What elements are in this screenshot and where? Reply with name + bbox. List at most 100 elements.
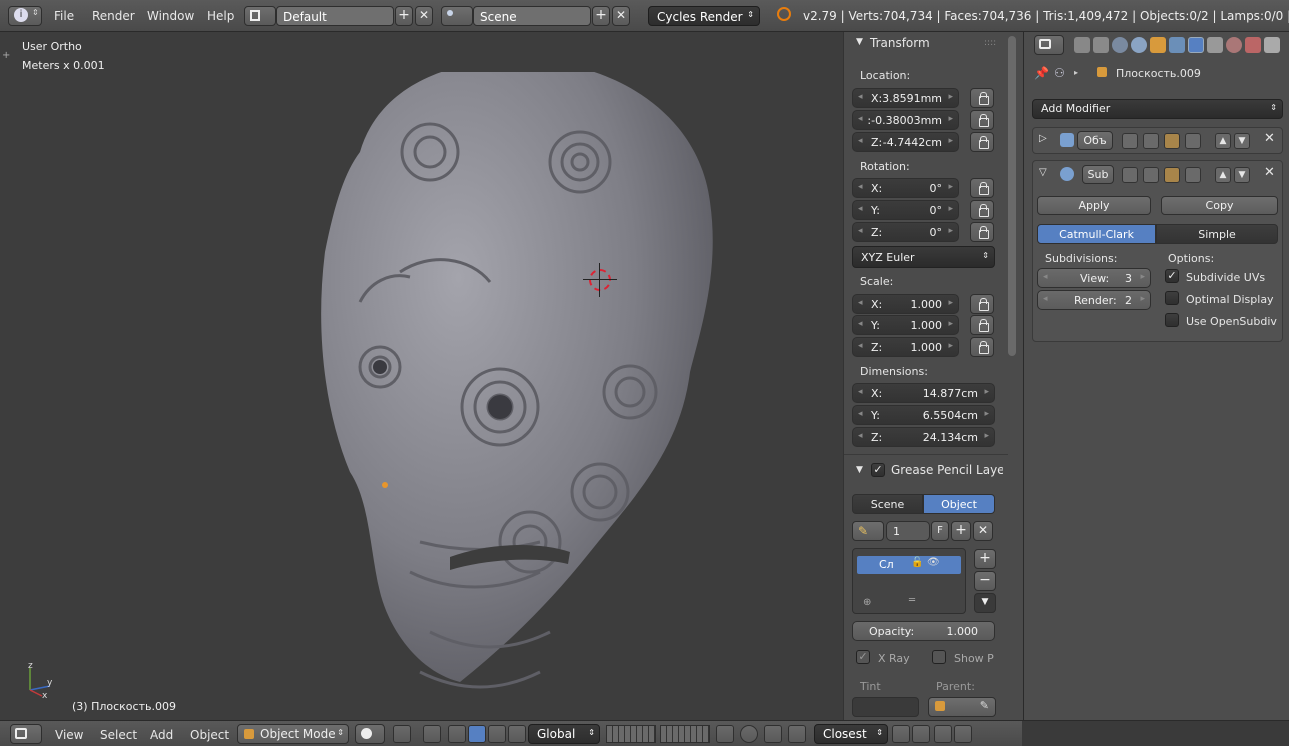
gp-opacity-slider[interactable]: Opacity: 1.000 [852,621,995,641]
render-tab-icon[interactable] [1074,37,1090,53]
location-z-field[interactable]: ◂ Z: -4.7442cm ▸ [852,132,959,152]
gp-xray-checkbox[interactable]: ✓ [856,650,870,664]
material-tab-icon[interactable] [1226,37,1242,53]
render-subdivisions-field[interactable]: ◂ Render: 2 ▸ [1037,290,1151,310]
collapse-triangle-icon[interactable]: ▼ [856,465,863,475]
grease-pencil-enable-checkbox[interactable]: ✓ [871,463,885,477]
world-tab-icon[interactable] [1131,37,1147,53]
gp-new-button[interactable]: + [951,521,971,541]
layer-buttons-2[interactable] [660,725,710,743]
editmode-toggle-icon[interactable] [1164,133,1180,149]
move-up-icon[interactable]: ▲ [1215,167,1231,183]
modifier-1-name-field[interactable]: Объ [1077,131,1113,150]
lock-rotation-y-icon[interactable] [970,200,994,220]
dimension-y-field[interactable]: ◂ Y: 6.5504cm ▸ [852,405,995,425]
lock-location-y-icon[interactable] [970,110,994,130]
manipulator-toggle-icon[interactable] [423,725,441,743]
move-down-icon[interactable]: ▼ [1234,167,1250,183]
optimal-display-checkbox[interactable] [1165,291,1179,305]
eyedropper-icon[interactable]: ✎ [980,699,989,712]
rotation-y-field[interactable]: ◂ Y: 0° ▸ [852,200,959,220]
subdivide-uvs-checkbox[interactable]: ✓ [1165,269,1179,283]
copy-button[interactable]: Copy [1161,196,1278,215]
editor-type-button[interactable]: i ⇕ [8,6,42,26]
menu-help[interactable]: Help [207,9,234,23]
transform-header[interactable]: Transform [870,36,930,50]
toolshelf-toggle-icon[interactable]: + [2,50,10,61]
delete-layout-button[interactable]: ✕ [415,6,433,26]
menu-select[interactable]: Select [100,728,137,742]
lock-rotation-z-icon[interactable] [970,222,994,242]
grease-pencil-header[interactable]: Grease Pencil Layer [891,463,1003,477]
particles-tab-icon[interactable] [1264,37,1280,53]
gp-layer-item[interactable]: Сл 🔓 👁 [857,556,961,574]
apply-button[interactable]: Apply [1037,196,1151,215]
simple-toggle[interactable]: Simple [1156,224,1278,244]
lock-scale-y-icon[interactable] [970,315,994,335]
gp-unlink-button[interactable]: ✕ [973,521,993,541]
dimension-z-field[interactable]: ◂ Z: 24.134cm ▸ [852,427,995,447]
eye-icon[interactable] [1143,167,1159,183]
render-layers-tab-icon[interactable] [1093,37,1109,53]
lock-scale-x-icon[interactable] [970,294,994,314]
scale-z-field[interactable]: ◂ Z: 1.000 ▸ [852,337,959,357]
add-scene-button[interactable]: + [592,6,610,26]
move-down-icon[interactable]: ▼ [1234,133,1250,149]
add-layout-button[interactable]: + [395,6,413,26]
render-toggle-icon[interactable] [1122,133,1138,149]
close-icon[interactable]: ✕ [1264,165,1275,180]
scene-tab-icon[interactable] [1112,37,1128,53]
lock-location-x-icon[interactable] [970,88,994,108]
location-y-field[interactable]: ◂:-0.38003mm ▸ [852,110,959,130]
eye-icon[interactable] [1143,133,1159,149]
sculpted-head-model[interactable] [300,72,730,702]
rotation-x-field[interactable]: ◂ X: 0° ▸ [852,178,959,198]
npanel-scrollbar[interactable] [1008,36,1016,356]
gp-layer-remove-button[interactable]: − [974,571,996,591]
menu-window[interactable]: Window [147,9,194,23]
gp-tint-color[interactable] [852,697,919,717]
gp-parent-field[interactable]: ✎ [928,697,996,717]
render-toggle-icon[interactable] [1122,167,1138,183]
texture-tab-icon[interactable] [1245,37,1261,53]
collapse-triangle-icon[interactable]: ▼ [856,37,863,47]
gp-layer-add-button[interactable]: + [974,549,996,569]
scene-selector-button[interactable] [441,6,473,26]
transform-orientation-icon[interactable] [508,725,526,743]
delete-scene-button[interactable]: ✕ [612,6,630,26]
shading-select[interactable] [355,724,385,744]
menu-object[interactable]: Object [190,728,229,742]
scale-manipulator-icon[interactable] [488,725,506,743]
layer-buttons-1[interactable] [606,725,656,743]
layout-selector-button[interactable] [244,6,276,26]
gp-object-toggle[interactable]: Object [923,494,995,514]
pivot-point-icon[interactable] [393,725,411,743]
modifiers-tab-icon[interactable] [1188,37,1204,53]
modifier-2-name-field[interactable]: Sub [1082,165,1114,184]
move-up-icon[interactable]: ▲ [1215,133,1231,149]
gp-brush-button[interactable]: ✎ [852,521,884,541]
object-tab-icon[interactable] [1150,37,1166,53]
object-origin-icon[interactable] [382,482,388,488]
cage-toggle-icon[interactable] [1185,167,1201,183]
proportional-editing-icon[interactable] [740,725,758,743]
scene-name-field[interactable]: Scene [473,6,591,26]
gp-scene-toggle[interactable]: Scene [852,494,923,514]
gp-users-field[interactable]: 1 [886,521,930,541]
scale-y-field[interactable]: ◂ Y: 1.000 ▸ [852,315,959,335]
snap-align-icon[interactable] [892,725,910,743]
menu-render[interactable]: Render [92,9,135,23]
lock-icon[interactable]: 🔓 [911,557,923,568]
expand-triangle-icon[interactable]: ▷ [1039,133,1047,144]
editmode-toggle-icon[interactable] [1164,167,1180,183]
render-camera-icon[interactable] [934,725,952,743]
close-icon[interactable]: ✕ [1264,131,1275,146]
dimension-x-field[interactable]: ◂ X: 14.877cm ▸ [852,383,995,403]
resize-handle-icon[interactable]: ═ [909,595,915,606]
constraints-tab-icon[interactable] [1169,37,1185,53]
add-filter-icon[interactable]: ⊕ [863,597,871,608]
lock-rotation-x-icon[interactable] [970,178,994,198]
gp-showp-checkbox[interactable] [932,650,946,664]
render-animation-icon[interactable] [954,725,972,743]
orientation-select[interactable]: Global ⇕ [528,724,600,744]
